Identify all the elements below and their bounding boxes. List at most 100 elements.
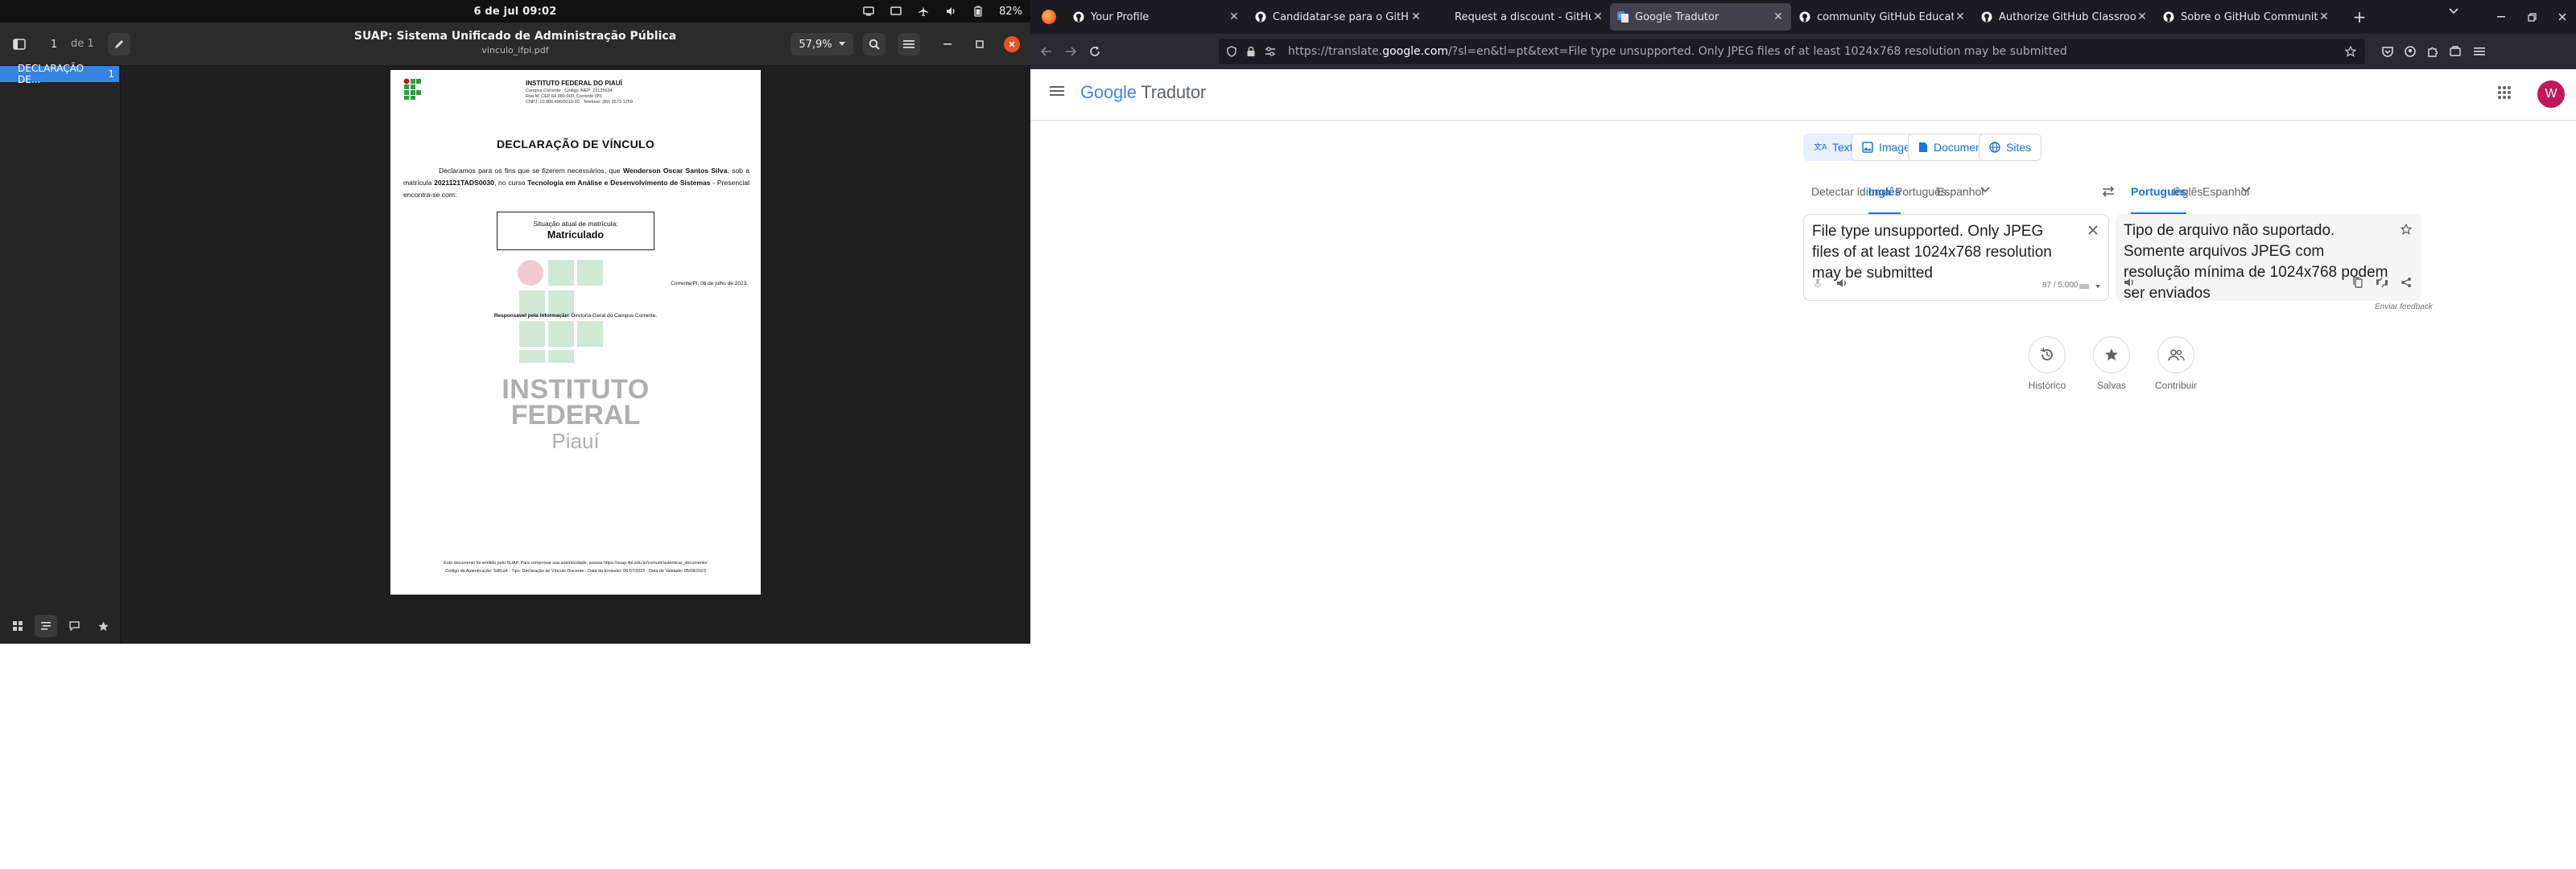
target-more-langs-icon[interactable] xyxy=(2241,187,2251,193)
bookmark-star-icon[interactable] xyxy=(2344,45,2357,58)
close-tab-icon[interactable]: ✕ xyxy=(2136,10,2149,23)
send-feedback-link[interactable]: Enviar feedback xyxy=(2375,303,2433,311)
minimize-icon xyxy=(943,43,952,45)
minimize-button[interactable] xyxy=(2494,10,2508,24)
google-translate-logo[interactable]: Google Tradutor xyxy=(1080,82,1206,103)
close-tab-icon[interactable]: ✕ xyxy=(1228,10,1241,23)
firefox-view-icon[interactable] xyxy=(1042,10,1056,24)
close-tab-icon[interactable]: ✕ xyxy=(1772,10,1785,23)
history-action[interactable]: Histórico xyxy=(2011,336,2083,391)
tab-community-education[interactable]: community GitHub Educatio ✕ xyxy=(1792,3,1973,31)
source-textarea[interactable]: File type unsupported. Only JPEG files o… xyxy=(1812,221,2070,284)
voice-input-button[interactable] xyxy=(1809,274,1827,292)
history-button[interactable] xyxy=(2029,336,2066,373)
listen-translation-button[interactable] xyxy=(2120,274,2138,291)
keyboard-button[interactable] xyxy=(2076,278,2103,295)
airplane-mode-icon[interactable] xyxy=(917,5,930,18)
tab-candidatar[interactable]: Candidatar-se para o GitHub ✕ xyxy=(1248,3,1429,31)
close-tab-icon[interactable]: ✕ xyxy=(2318,10,2330,23)
account-button[interactable] xyxy=(2402,43,2418,60)
maximize-button[interactable] xyxy=(968,33,991,56)
zoom-dropdown[interactable]: 57,9% xyxy=(791,33,853,56)
address-bar[interactable]: https://translate. google.com/?sl=en&tl=p… xyxy=(1219,39,2365,64)
contribute-button[interactable] xyxy=(2157,336,2194,373)
saved-action[interactable]: Salvas xyxy=(2075,336,2148,391)
watermark-text: Piauí xyxy=(551,429,600,453)
watermark-text: FEDERAL xyxy=(510,400,641,430)
svg-text:文A: 文A xyxy=(1814,142,1827,152)
rate-translation-button[interactable] xyxy=(2373,274,2391,291)
share-translation-button[interactable] xyxy=(2397,274,2415,291)
tab-authorize-classroom[interactable]: Authorize GitHub Classroom ✕ xyxy=(1974,3,2155,31)
thumbnails-button[interactable] xyxy=(6,615,29,637)
clear-source-button[interactable] xyxy=(2084,221,2102,239)
body-text: , no curso xyxy=(493,179,528,187)
copy-translation-button[interactable] xyxy=(2349,274,2367,291)
microphone-icon xyxy=(1814,278,1822,288)
battery-icon[interactable] xyxy=(972,5,985,18)
pdf-canvas[interactable]: INSTITUTO FEDERAL DO PIAUÍ Campus Corren… xyxy=(121,66,1030,644)
target-text-panel: Tipo de arquivo não suportado. Somente a… xyxy=(2116,214,2421,302)
maximize-icon xyxy=(976,40,984,48)
tab-title: Your Profile xyxy=(1091,10,1150,23)
tab-github-community[interactable]: Sobre o GitHub Community ✕ xyxy=(2156,3,2337,31)
tab-request-discount[interactable]: Request a discount - GitHub ✕ xyxy=(1430,3,1611,31)
arrow-right-icon xyxy=(1066,47,1076,56)
outline-button[interactable] xyxy=(35,615,58,637)
lock-icon[interactable] xyxy=(1245,45,1257,58)
volume-icon[interactable] xyxy=(944,5,957,18)
screen-icon[interactable] xyxy=(890,5,902,18)
char-count: 87 / 5.000 xyxy=(2042,281,2079,290)
source-lang-spanish[interactable]: Espanhol xyxy=(1937,185,1984,214)
mode-sites-button[interactable]: Sites xyxy=(1979,134,2042,161)
apps-grid-icon[interactable] xyxy=(2497,85,2512,100)
url-prefix: https://translate. xyxy=(1288,45,1383,58)
close-button[interactable] xyxy=(1004,36,1020,52)
menu-button[interactable] xyxy=(898,33,920,56)
contribute-action[interactable]: Contribuir xyxy=(2140,336,2212,391)
close-tab-icon[interactable]: ✕ xyxy=(1954,10,1967,23)
search-icon xyxy=(869,39,880,50)
source-more-langs-icon[interactable] xyxy=(1980,187,1990,193)
share-extension-button[interactable] xyxy=(2447,43,2463,60)
avatar[interactable]: W xyxy=(2537,80,2565,108)
new-tab-button[interactable]: + xyxy=(2349,6,2370,27)
restore-button[interactable] xyxy=(2524,10,2539,24)
outline-item[interactable]: DECLARAÇÃO DE... 1 xyxy=(0,63,119,85)
shield-icon[interactable] xyxy=(1225,45,1238,58)
search-button[interactable] xyxy=(863,33,886,56)
url-path: /?sl=en&tl=pt&text=File type unsupported… xyxy=(1447,45,2067,58)
list-all-tabs-button[interactable] xyxy=(2449,8,2458,14)
system-tray[interactable]: 82% xyxy=(862,0,1022,23)
rate-icon xyxy=(2376,277,2388,288)
back-button[interactable] xyxy=(1038,43,1055,60)
main-menu-icon[interactable] xyxy=(1050,85,1064,97)
bookmarks-button[interactable] xyxy=(92,615,114,637)
notification-icon[interactable] xyxy=(862,5,875,18)
target-lang-english[interactable]: Inglês xyxy=(2173,185,2202,214)
document-icon xyxy=(1919,142,1927,152)
swap-languages-icon[interactable] xyxy=(2101,185,2116,198)
tab-google-tradutor[interactable]: G Google Tradutor ✕ xyxy=(1610,3,1791,31)
reload-button[interactable] xyxy=(1087,43,1103,60)
save-translation-button[interactable] xyxy=(2397,220,2415,238)
system-clock[interactable]: 6 de jul 09:02 xyxy=(473,6,556,18)
pdf-sidebar: DECLARAÇÃO DE... 1 xyxy=(0,63,121,644)
close-tab-icon[interactable]: ✕ xyxy=(1410,10,1422,23)
tab-bar: Your Profile ✕ Candidatar-se para o GitH… xyxy=(1030,0,2576,34)
annotations-button[interactable] xyxy=(64,615,86,637)
tab-your-profile[interactable]: Your Profile ✕ xyxy=(1066,3,1247,31)
forward-button[interactable] xyxy=(1063,43,1079,60)
pocket-button[interactable] xyxy=(2380,43,2396,60)
extensions-button[interactable] xyxy=(2425,43,2441,60)
saved-button[interactable] xyxy=(2093,336,2130,373)
close-tab-icon[interactable]: ✕ xyxy=(1591,10,1604,23)
permissions-icon[interactable] xyxy=(1264,45,1277,58)
close-window-button[interactable] xyxy=(2555,10,2570,24)
enrollment-status-box: Situação atual de matrícula: Matriculado xyxy=(497,212,654,250)
listen-source-button[interactable] xyxy=(1833,274,1851,292)
app-menu-button[interactable] xyxy=(2471,43,2487,60)
github-icon xyxy=(2162,10,2175,23)
speaker-icon xyxy=(1837,279,1846,287)
minimize-button[interactable] xyxy=(936,33,959,56)
